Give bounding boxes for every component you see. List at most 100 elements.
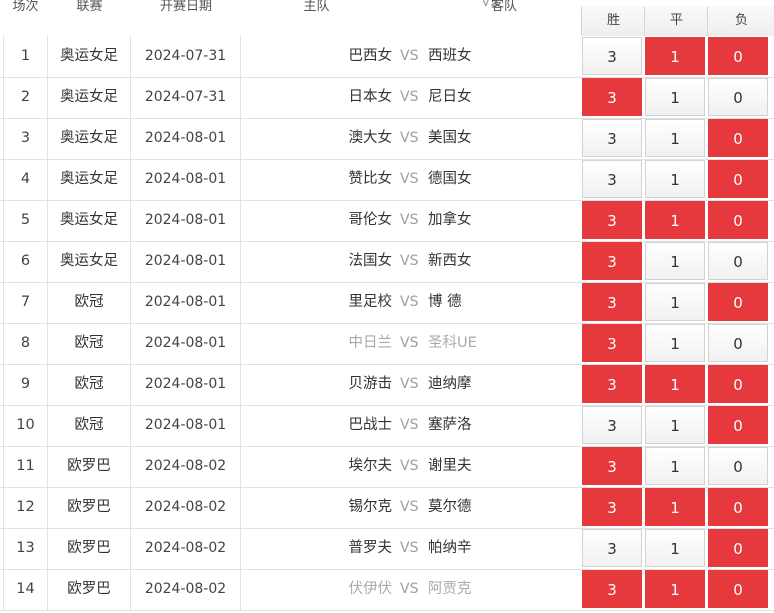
table-row: 8 欧冠 2024-08-01 中日兰 VS 圣科UE 3 1 0 <box>0 323 774 365</box>
odds-lose-button[interactable]: 0 <box>708 283 768 321</box>
away-team: 博 德 <box>428 294 462 310</box>
odds-lose-button[interactable]: 0 <box>708 78 768 116</box>
match-number: 14 <box>3 569 48 610</box>
odds-win-button[interactable]: 3 <box>582 488 642 526</box>
odds-draw-button[interactable]: 1 <box>645 119 705 157</box>
odds-lose-button[interactable]: 0 <box>708 570 768 608</box>
home-team: 埃尔夫 <box>348 458 393 474</box>
league-name: 奥运女足 <box>48 241 131 282</box>
match-teams: 日本女 VS 尼日女 <box>241 77 580 118</box>
odds-draw-button[interactable]: 1 <box>645 447 705 485</box>
home-team: 伏伊伏 <box>348 581 393 597</box>
match-number: 7 <box>3 282 48 323</box>
header-win: 胜 <box>581 6 645 36</box>
odds-draw-button[interactable]: 1 <box>645 78 705 116</box>
odds-draw-button[interactable]: 1 <box>645 201 705 239</box>
table-row: 14 欧罗巴 2024-08-02 伏伊伏 VS 阿贾克 3 1 0 <box>0 569 774 611</box>
away-team: 塞萨洛 <box>428 417 472 433</box>
table-row: 11 欧罗巴 2024-08-02 埃尔夫 VS 谢里夫 3 1 0 <box>0 446 774 488</box>
odds-draw-button[interactable]: 1 <box>645 242 705 280</box>
odds-lose-button[interactable]: 0 <box>708 324 768 362</box>
table-row: 5 奥运女足 2024-08-01 哥伦女 VS 加拿女 3 1 0 <box>0 200 774 242</box>
odds-win-button[interactable]: 3 <box>582 119 642 157</box>
odds-win-button[interactable]: 3 <box>582 365 642 403</box>
home-team: 贝游击 <box>348 376 393 392</box>
odds-lose-button[interactable]: 0 <box>708 201 768 239</box>
league-name: 奥运女足 <box>48 200 131 241</box>
odds-draw-button[interactable]: 1 <box>645 365 705 403</box>
match-number: 6 <box>3 241 48 282</box>
league-name: 欧罗巴 <box>48 487 131 528</box>
odds-win-button[interactable]: 3 <box>582 37 642 75</box>
odds-lose-button[interactable]: 0 <box>708 365 768 403</box>
odds-draw-button[interactable]: 1 <box>645 160 705 198</box>
match-teams: 伏伊伏 VS 阿贾克 <box>241 569 580 610</box>
odds-lose-button[interactable]: 0 <box>708 529 768 567</box>
match-date: 2024-08-01 <box>131 282 241 323</box>
odds-win-button[interactable]: 3 <box>582 529 642 567</box>
match-teams: 中日兰 VS 圣科UE <box>241 323 580 364</box>
odds-lose-button[interactable]: 0 <box>708 488 768 526</box>
odds-win-button[interactable]: 3 <box>582 447 642 485</box>
home-team: 巴战士 <box>348 417 393 433</box>
odds-draw-button[interactable]: 1 <box>645 283 705 321</box>
odds-win-button[interactable]: 3 <box>582 324 642 362</box>
odds-draw-button[interactable]: 1 <box>645 37 705 75</box>
odds-draw-button[interactable]: 1 <box>645 529 705 567</box>
odds-lose-button[interactable]: 0 <box>708 447 768 485</box>
home-team: 普罗夫 <box>348 540 393 556</box>
home-team: 中日兰 <box>348 335 393 351</box>
odds-lose-button[interactable]: 0 <box>708 37 768 75</box>
vs-label: VS <box>400 581 419 597</box>
match-teams: 巴战士 VS 塞萨洛 <box>241 405 580 446</box>
odds-lose-button[interactable]: 0 <box>708 406 768 444</box>
odds-win-button[interactable]: 3 <box>582 283 642 321</box>
match-date: 2024-08-01 <box>131 200 241 241</box>
match-number: 5 <box>3 200 48 241</box>
table-row: 12 欧罗巴 2024-08-02 锡尔克 VS 莫尔德 3 1 0 <box>0 487 774 529</box>
vs-label: VS <box>400 376 419 392</box>
table-row: 1 奥运女足 2024-07-31 巴西女 VS 西班女 3 1 0 <box>0 36 774 78</box>
home-team: 巴西女 <box>348 48 393 64</box>
match-date: 2024-08-02 <box>131 528 241 569</box>
match-date: 2024-08-02 <box>131 446 241 487</box>
vs-label: VS <box>400 130 419 146</box>
vs-label: VS <box>400 171 419 187</box>
match-teams: 普罗夫 VS 帕纳辛 <box>241 528 580 569</box>
odds-win-button[interactable]: 3 <box>582 570 642 608</box>
league-name: 欧冠 <box>48 405 131 446</box>
away-team: 美国女 <box>428 130 472 146</box>
odds-lose-button[interactable]: 0 <box>708 160 768 198</box>
odds-lose-button[interactable]: 0 <box>708 242 768 280</box>
odds-draw-button[interactable]: 1 <box>645 488 705 526</box>
odds-lose-button[interactable]: 0 <box>708 119 768 157</box>
odds-win-button[interactable]: 3 <box>582 406 642 444</box>
match-teams: 哥伦女 VS 加拿女 <box>241 200 580 241</box>
match-date: 2024-08-01 <box>131 118 241 159</box>
header-away: 客队 <box>490 0 517 14</box>
home-team: 澳大女 <box>348 130 393 146</box>
match-date: 2024-08-01 <box>131 405 241 446</box>
match-date: 2024-08-01 <box>131 159 241 200</box>
odds-win-button[interactable]: 3 <box>582 78 642 116</box>
odds-draw-button[interactable]: 1 <box>645 324 705 362</box>
match-date: 2024-08-02 <box>131 569 241 610</box>
match-number: 12 <box>3 487 48 528</box>
header-date-label: 开赛日期 <box>159 0 212 14</box>
table-row: 13 欧罗巴 2024-08-02 普罗夫 VS 帕纳辛 3 1 0 <box>0 528 774 570</box>
away-team: 西班女 <box>428 48 472 64</box>
table-row: 6 奥运女足 2024-08-01 法国女 VS 新西女 3 1 0 <box>0 241 774 283</box>
vs-label: VS <box>400 253 419 269</box>
odds-win-button[interactable]: 3 <box>582 242 642 280</box>
match-number: 2 <box>3 77 48 118</box>
odds-win-button[interactable]: 3 <box>582 160 642 198</box>
match-number: 3 <box>3 118 48 159</box>
odds-draw-button[interactable]: 1 <box>645 406 705 444</box>
match-teams: 法国女 VS 新西女 <box>241 241 580 282</box>
odds-draw-button[interactable]: 1 <box>645 570 705 608</box>
away-team: 迪纳摩 <box>428 376 472 392</box>
header-league: 联赛 <box>48 0 131 36</box>
away-team: 加拿女 <box>428 212 472 228</box>
odds-win-button[interactable]: 3 <box>582 201 642 239</box>
league-name: 欧冠 <box>48 323 131 364</box>
